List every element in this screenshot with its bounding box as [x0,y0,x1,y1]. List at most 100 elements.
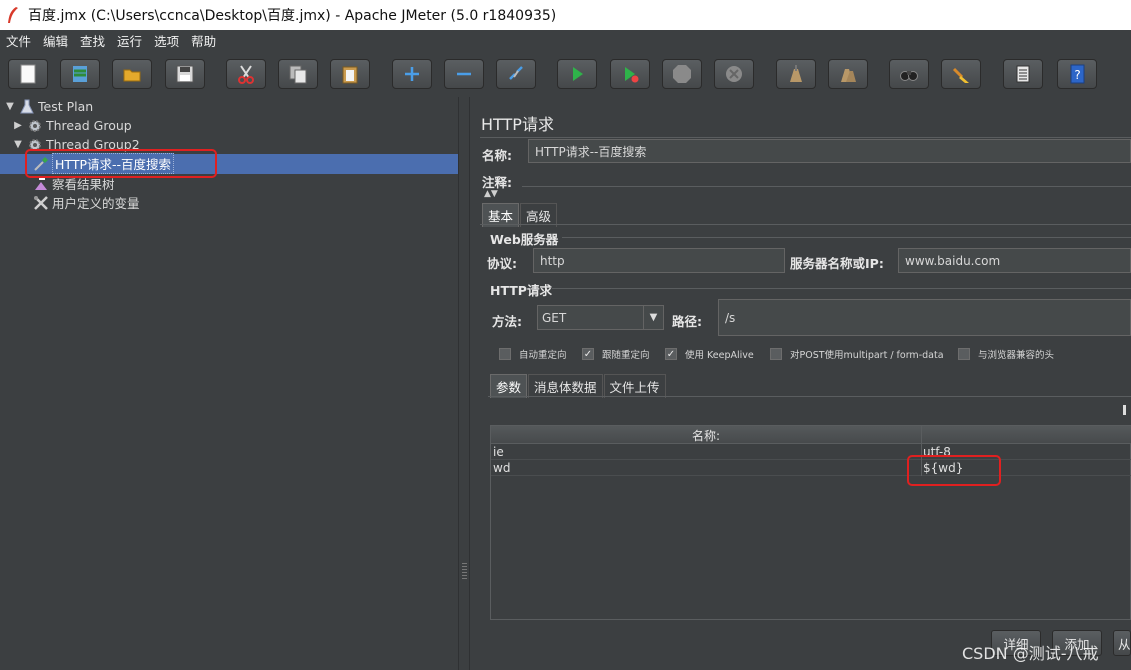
clear-all-icon [841,69,856,82]
tab-body-data[interactable]: 消息体数据 [528,374,603,398]
menu-bar: 文件 编辑 查找 运行 选项 帮助 [0,30,1131,51]
divider [488,396,1131,397]
svg-text:?: ? [1074,68,1080,82]
menu-help[interactable]: 帮助 [191,31,216,50]
http-request-panel: HTTP请求 名称: HTTP请求--百度搜索 注释: ▲▼ 基本 高级 Web… [470,97,1131,670]
drag-grip-icon[interactable] [462,563,467,581]
add-from-clipboard-button[interactable]: 从 [1113,630,1131,656]
paste-icon [342,66,358,84]
collapsed-arrow-icon[interactable]: ▶ [12,120,24,132]
param-name-cell[interactable]: ie [491,444,921,460]
menu-file[interactable]: 文件 [6,31,31,50]
paste-button[interactable] [330,59,370,89]
menu-edit[interactable]: 编辑 [43,31,68,50]
toggle-button[interactable] [496,59,536,89]
keepalive-checkbox[interactable]: ✓ 使用 KeepAlive [665,347,754,361]
parameters-table: 名称: ie utf-8 wd ${wd} [490,425,1131,620]
panel-title: HTTP请求 [481,115,554,134]
copy-button[interactable] [278,59,318,89]
browser-headers-checkbox[interactable]: 与浏览器兼容的头 [958,347,1054,361]
chevron-down-icon[interactable]: ▼ [643,306,663,329]
new-button[interactable] [8,59,48,89]
param-tabs: 参数 消息体数据 文件上传 [490,374,667,398]
http-request-section-title: HTTP请求 [490,283,552,298]
search-icon [900,71,918,81]
table-row[interactable]: ie utf-8 [491,444,1131,460]
menu-search[interactable]: 查找 [80,31,105,50]
help-button[interactable]: ? [1057,59,1097,89]
cut-button[interactable] [226,59,266,89]
start-button[interactable] [557,59,597,89]
path-label: 路径: [672,314,702,329]
divider [552,288,1131,289]
save-button[interactable] [165,59,205,89]
checkbox-icon[interactable] [499,348,511,360]
server-label: 服务器名称或IP: [790,256,884,271]
param-name-cell[interactable]: wd [491,460,921,476]
menu-run[interactable]: 运行 [117,31,142,50]
method-value: GET [542,310,567,325]
table-row[interactable]: wd ${wd} [491,460,1131,476]
jmeter-feather-icon [8,7,18,23]
copy-icon [289,65,307,84]
collapse-arrows-icon[interactable]: ▲▼ [484,189,498,199]
menu-options[interactable]: 选项 [154,31,179,50]
reset-search-button[interactable] [941,59,981,89]
highlight-annotation-box [25,149,217,178]
wrench-icon [34,195,48,210]
expanded-arrow-icon[interactable]: ▼ [4,101,16,113]
path-input[interactable]: /s [718,299,1131,336]
collapse-all-button[interactable] [444,59,484,89]
web-server-section-title: Web服务器 [490,232,559,247]
tab-files-upload[interactable]: 文件上传 [603,374,666,398]
function-helper-button[interactable] [1003,59,1043,89]
open-button[interactable] [112,59,152,89]
collapse-icon [457,72,471,76]
split-pane-divider[interactable] [458,97,470,670]
multipart-checkbox[interactable]: 对POST使用multipart / form-data [770,347,944,361]
method-select[interactable]: GET ▼ [537,305,664,330]
stop-icon [673,65,691,83]
follow-redirects-checkbox[interactable]: ✓ 跟随重定向 [582,347,650,361]
column-header-name[interactable]: 名称: [491,426,921,444]
name-label: 名称: [482,148,512,163]
table-header: 名称: [491,426,1131,444]
shutdown-button[interactable] [714,59,754,89]
column-header-value[interactable] [921,426,1131,444]
reset-search-icon [952,67,969,83]
clear-button[interactable] [776,59,816,89]
cut-icon [238,65,254,84]
tab-parameters[interactable]: 参数 [490,374,528,398]
expanded-arrow-icon[interactable]: ▼ [12,139,24,151]
auto-redirect-checkbox[interactable]: 自动重定向 [499,347,567,361]
checkbox-icon[interactable] [958,348,970,360]
templates-button[interactable] [60,59,100,89]
gear-icon [29,119,41,132]
tree-item-test-plan[interactable]: ▼ Test Plan [4,97,93,116]
tree-item-thread-group[interactable]: ▶ Thread Group [12,116,132,135]
checkmark-icon[interactable]: ✓ [582,348,594,360]
checkbox-icon[interactable] [770,348,782,360]
protocol-input[interactable]: http [533,248,785,273]
comment-input[interactable] [522,169,1131,187]
search-button[interactable] [889,59,929,89]
toolbar: ? [0,51,1131,97]
expand-all-button[interactable] [392,59,432,89]
watermark: CSDN @测试-八戒 [962,644,1099,663]
divider [562,237,1131,238]
method-label: 方法: [492,314,522,329]
checkmark-icon[interactable]: ✓ [665,348,677,360]
divider [480,137,1131,138]
clear-all-button[interactable] [828,59,868,89]
start-no-pause-button[interactable] [610,59,650,89]
tree-item-user-defined-variables[interactable]: 用户定义的变量 [30,193,140,212]
window-title: 百度.jmx (C:\Users\ccnca\Desktop\百度.jmx) -… [28,8,557,24]
server-input[interactable]: www.baidu.com [898,248,1131,273]
start-icon [573,67,583,81]
open-icon [123,69,141,82]
stop-button[interactable] [662,59,702,89]
start-no-pause-icon [625,67,639,83]
shutdown-icon [726,66,742,82]
name-input[interactable]: HTTP请求--百度搜索 [528,139,1131,163]
toggle-icon [509,66,523,80]
